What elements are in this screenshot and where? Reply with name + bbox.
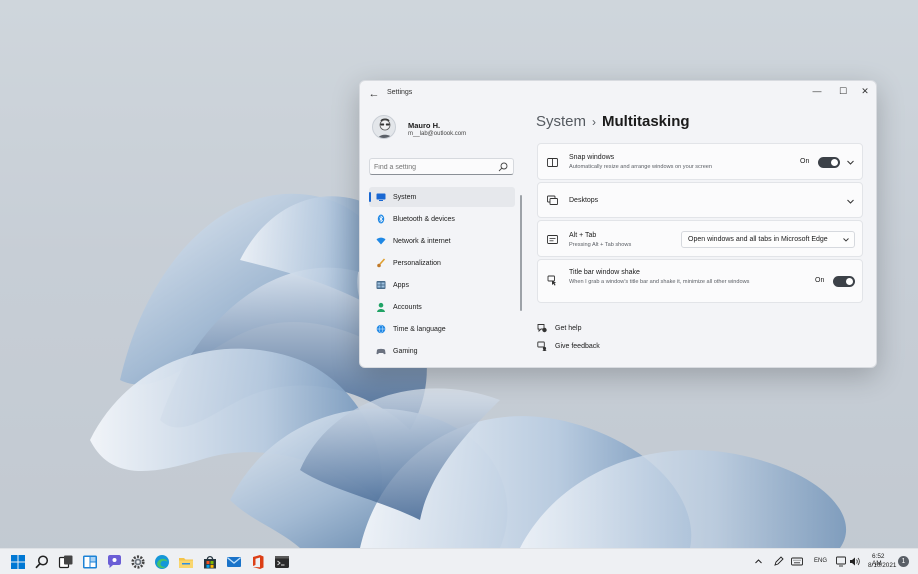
gaming-icon	[376, 348, 386, 355]
sidebar-item-accounts[interactable]: Accounts	[369, 297, 515, 317]
accounts-icon	[377, 302, 385, 312]
chevron-down-icon[interactable]	[846, 197, 855, 206]
card-title: Snap windows	[569, 154, 615, 161]
sidebar-item-label: System	[393, 193, 417, 201]
bluetooth-icon	[377, 214, 385, 224]
search-input[interactable]	[374, 161, 494, 173]
window-title: Settings	[387, 89, 413, 96]
breadcrumb-parent[interactable]: System	[536, 113, 586, 130]
profile-name: Mauro H.	[408, 121, 441, 130]
settings-window: ← Settings — ☐ ✕ Mauro H. m__lab@outlook…	[359, 80, 877, 368]
network-icon[interactable]	[836, 556, 847, 567]
sidebar-item-network[interactable]: Network & internet	[369, 231, 515, 251]
search-box[interactable]	[369, 158, 514, 175]
feedback-icon	[537, 341, 547, 351]
notification-badge[interactable]: 1	[898, 556, 909, 567]
toggle-state-label: On	[815, 277, 825, 284]
taskbar: ENG 6:52 AM 8/10/2021 1	[0, 548, 918, 574]
card-title: Alt + Tab	[569, 232, 597, 239]
settings-icon[interactable]	[130, 554, 146, 570]
start-icon[interactable]	[10, 554, 26, 570]
globe-icon	[376, 324, 386, 334]
back-button[interactable]: ←	[367, 87, 381, 101]
close-icon: ✕	[861, 86, 869, 96]
sidebar-item-gaming[interactable]: Gaming	[369, 341, 515, 361]
get-help-link[interactable]: Get help	[537, 323, 581, 333]
sidebar-item-label: Apps	[393, 281, 409, 289]
widgets-icon[interactable]	[82, 554, 98, 570]
brush-icon	[377, 258, 386, 268]
sidebar-item-bluetooth[interactable]: Bluetooth & devices	[369, 209, 515, 229]
get-help-label: Get help	[555, 324, 582, 332]
arrow-left-icon: ←	[368, 88, 380, 100]
sidebar-scrollbar[interactable]	[520, 195, 522, 311]
desktops-icon	[547, 195, 558, 205]
toggle-state-label: On	[800, 158, 810, 165]
profile-email: m__lab@outlook.com	[408, 131, 467, 137]
breadcrumb-separator: ›	[592, 115, 597, 129]
store-icon[interactable]	[202, 554, 218, 570]
sidebar-item-label: Accounts	[393, 303, 422, 311]
dropdown-selected-value: Open windows and all tabs in Microsoft E…	[688, 236, 828, 243]
sidebar-item-time-language[interactable]: Time & language	[369, 319, 515, 339]
avatar-icon	[377, 118, 393, 138]
card-title: Title bar window shake	[569, 269, 640, 276]
sidebar-item-apps[interactable]: Apps	[369, 275, 515, 295]
chat-icon[interactable]	[106, 554, 122, 570]
sidebar-item-label: Bluetooth & devices	[393, 215, 455, 223]
card-description: Automatically resize and arrange windows…	[569, 164, 713, 170]
sidebar-item-label: Time & language	[393, 325, 446, 333]
card-description: Pressing Alt + Tab shows	[569, 242, 632, 248]
alt-tab-card: Alt + Tab Pressing Alt + Tab shows Open …	[537, 220, 863, 257]
keyboard-icon[interactable]	[791, 556, 803, 567]
give-feedback-label: Give feedback	[555, 342, 600, 350]
volume-icon[interactable]	[849, 556, 860, 567]
title-bar-shake-card[interactable]: Title bar window shake When I grab a win…	[537, 259, 863, 303]
card-description: When I grab a window's title bar and sha…	[569, 279, 750, 285]
search-icon	[498, 162, 508, 172]
close-button[interactable]: ✕	[852, 81, 876, 101]
give-feedback-link[interactable]: Give feedback	[537, 341, 600, 351]
sidebar-item-label: Gaming	[393, 347, 418, 355]
clock-date[interactable]: 8/10/2021	[868, 562, 896, 569]
page-title: Multitasking	[602, 113, 690, 130]
breadcrumb: System › Multitasking	[536, 113, 690, 130]
title-bar[interactable]: ← Settings — ☐ ✕	[360, 81, 876, 105]
alt-tab-icon	[547, 235, 558, 244]
file-explorer-icon[interactable]	[178, 554, 194, 570]
avatar[interactable]	[372, 115, 396, 139]
wifi-icon	[376, 237, 386, 245]
card-title: Desktops	[569, 197, 599, 204]
pen-icon[interactable]	[773, 556, 784, 567]
sidebar-item-system[interactable]: System	[369, 187, 515, 207]
search-icon[interactable]	[34, 554, 50, 570]
snap-windows-card[interactable]: Snap windows Automatically resize and ar…	[537, 143, 863, 180]
apps-icon	[376, 281, 386, 289]
snap-icon	[547, 158, 558, 167]
desktops-card[interactable]: Desktops	[537, 182, 863, 218]
help-icon	[537, 324, 547, 333]
terminal-icon[interactable]	[274, 554, 290, 570]
edge-icon[interactable]	[154, 554, 170, 570]
sidebar-item-label: Personalization	[393, 259, 441, 267]
mail-icon[interactable]	[226, 554, 242, 570]
shake-icon	[547, 275, 557, 286]
language-indicator[interactable]: ENG	[814, 558, 827, 564]
chevron-down-icon[interactable]	[846, 158, 855, 167]
minimize-button[interactable]: —	[804, 81, 830, 101]
office-icon[interactable]	[250, 554, 266, 570]
title-bar-shake-toggle[interactable]	[833, 276, 855, 287]
chevron-up-icon[interactable]	[754, 557, 763, 566]
maximize-icon: ☐	[838, 86, 848, 96]
system-icon	[376, 193, 386, 201]
minimize-icon: —	[812, 86, 822, 96]
chevron-down-icon	[842, 236, 850, 244]
task-view-icon[interactable]	[58, 554, 74, 570]
alt-tab-dropdown[interactable]: Open windows and all tabs in Microsoft E…	[681, 231, 855, 248]
sidebar-nav: System Bluetooth & devices Network & int…	[369, 187, 515, 363]
sidebar-item-personalization[interactable]: Personalization	[369, 253, 515, 273]
snap-windows-toggle[interactable]	[818, 157, 840, 168]
sidebar-item-label: Network & internet	[393, 237, 451, 245]
